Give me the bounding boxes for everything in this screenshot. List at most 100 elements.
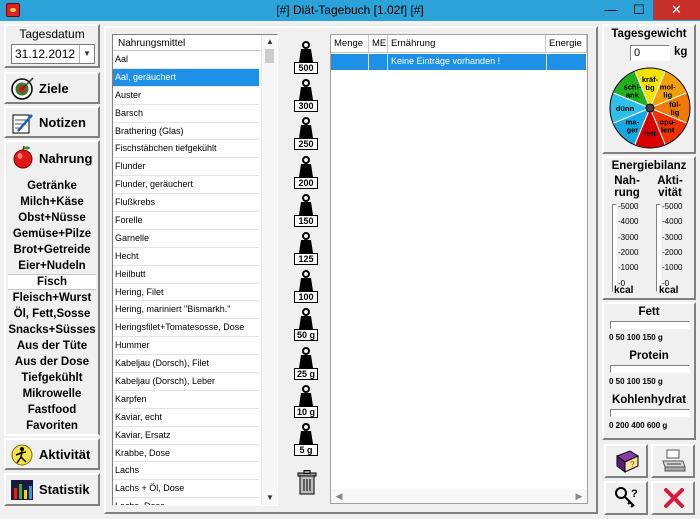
svg-text:?: ? — [631, 488, 638, 500]
category-item[interactable]: Fleisch+Wurst — [8, 290, 96, 306]
weight-icon — [299, 155, 313, 177]
category-item[interactable]: Gemüse+Pilze — [8, 226, 96, 242]
weight-button[interactable]: 10 g — [294, 384, 318, 418]
nav-ziele-button[interactable]: Ziele — [4, 72, 100, 104]
category-item[interactable]: Favoriten — [8, 418, 96, 434]
nav-notizen-button[interactable]: Notizen — [4, 106, 100, 138]
food-item[interactable]: Lachs + Öl, Dose — [113, 480, 259, 499]
food-item[interactable]: Kaviar, Ersatz — [113, 427, 259, 445]
book-button[interactable]: ? — [604, 444, 648, 478]
food-item[interactable]: Auster — [113, 87, 259, 105]
column-me[interactable]: ME — [369, 35, 388, 52]
category-item[interactable]: Öl, Fett,Sosse — [8, 306, 96, 322]
nav-statistik-button[interactable]: Statistik — [4, 473, 100, 506]
food-list-scrollbar[interactable]: ▲ ▼ — [261, 35, 277, 505]
food-item[interactable]: Heilbutt — [113, 266, 259, 284]
weight-button[interactable]: 500 — [294, 40, 318, 74]
target-icon — [11, 77, 34, 100]
food-item[interactable]: Kabeljau (Dorsch), Leber — [113, 373, 259, 391]
category-item[interactable]: Eier+Nudeln — [8, 258, 96, 274]
category-item[interactable]: Fastfood — [8, 402, 96, 418]
category-item[interactable]: Getränke — [8, 178, 96, 194]
weight-button[interactable]: 200 — [294, 155, 318, 189]
weight-button[interactable]: 5 g — [294, 422, 318, 456]
chevron-down-icon[interactable]: ▼ — [79, 45, 94, 63]
nav-statistik-label: Statistik — [39, 482, 90, 497]
weight-icon — [299, 193, 313, 215]
wheel-segment-label: lig — [671, 108, 680, 117]
food-item[interactable]: Garnelle — [113, 230, 259, 248]
weight-button[interactable]: 50 g — [294, 307, 318, 342]
category-item[interactable]: Brot+Getreide — [8, 242, 96, 258]
weight-button[interactable]: 300 — [294, 78, 318, 113]
category-item[interactable]: Snacks+Süsses — [8, 322, 96, 338]
category-item[interactable]: Milch+Käse — [8, 194, 96, 210]
body-type-wheel[interactable]: kräf-tig mol-ligfül-ligopu-lentfettma-ger… — [608, 66, 692, 150]
print-button[interactable] — [651, 444, 695, 478]
minimize-button[interactable]: — — [597, 0, 625, 20]
fett-bar — [610, 321, 690, 329]
food-item[interactable]: Hecht — [113, 248, 259, 266]
weight-button[interactable]: 250 — [294, 116, 318, 151]
food-item[interactable]: Flunder — [113, 158, 259, 177]
protein-label: Protein — [629, 350, 669, 362]
food-item[interactable]: Fischstäbchen tiefgekühlt — [113, 140, 259, 159]
bar-chart-icon — [11, 480, 33, 500]
gauge-tick: -3000 — [662, 232, 683, 242]
weight-label: 500 — [294, 62, 318, 74]
column-menge[interactable]: Menge — [331, 35, 369, 52]
food-item[interactable]: Forelle — [113, 212, 259, 230]
column-energie[interactable]: Energie — [546, 35, 587, 52]
help-button[interactable]: ? — [604, 481, 648, 515]
protein-bar — [610, 365, 690, 373]
energiebilanz-label: Energiebilanz — [611, 160, 687, 172]
weight-button[interactable]: 125 — [294, 231, 318, 265]
column-ernaehrung[interactable]: Ernährung — [388, 35, 546, 52]
category-item[interactable]: Mikrowelle — [8, 386, 96, 402]
date-select[interactable]: 31.12.2012 ▼ — [11, 44, 95, 64]
scroll-thumb[interactable] — [265, 49, 274, 63]
category-item[interactable]: Fisch — [8, 274, 96, 290]
food-item[interactable]: Brathering (Glas) — [113, 123, 259, 141]
food-item[interactable]: Kabeljau (Dorsch), Filet — [113, 355, 259, 374]
category-item[interactable]: Aus der Dose — [8, 354, 96, 370]
food-item[interactable]: Hummer — [113, 337, 259, 356]
food-item[interactable]: Heringsfilet+Tomatesosse, Dose — [113, 319, 259, 338]
aktivitaet-gauge — [656, 204, 661, 292]
food-item[interactable]: Lachs — [113, 462, 259, 481]
food-item[interactable]: Flußkrebs — [113, 194, 259, 213]
category-item[interactable]: Tiefgekühlt — [8, 370, 96, 386]
food-item[interactable]: Aal, geräuchert — [113, 68, 259, 87]
scroll-down-icon[interactable]: ▼ — [262, 491, 277, 505]
weight-button[interactable]: 150 — [294, 193, 318, 227]
food-item[interactable]: Flunder, geräuchert — [113, 176, 259, 195]
category-item[interactable]: Obst+Nüsse — [8, 210, 96, 226]
scroll-up-icon[interactable]: ▲ — [262, 35, 277, 49]
weight-button[interactable]: 25 g — [294, 346, 318, 380]
food-item[interactable]: Krabbe, Dose — [113, 445, 259, 463]
food-list[interactable]: Nahrungsmittel Aal Aal, geräuchert Auster B… — [112, 34, 278, 506]
trash-icon[interactable] — [296, 470, 318, 496]
food-item[interactable]: Barsch — [113, 105, 259, 123]
food-item[interactable]: Lachs, Dose — [113, 498, 259, 505]
food-item[interactable]: Aal — [113, 51, 259, 69]
nav-nahrung-panel: Nahrung Getränke Milch+Käse Obst+Nüsse Gemü… — [4, 140, 100, 436]
food-item[interactable]: Kaviar, echt — [113, 409, 259, 427]
entries-table[interactable]: Menge ME Ernährung Energie Keine Einträg… — [330, 34, 588, 504]
nav-aktivitaet-button[interactable]: Aktivität — [4, 438, 100, 470]
exit-button[interactable] — [651, 481, 695, 515]
food-items: Aal Aal, geräuchert Auster Barsch Brathering… — [113, 51, 277, 505]
food-item[interactable]: Hering, Filet — [113, 284, 259, 302]
weight-input[interactable]: 0 — [630, 45, 670, 61]
close-window-button[interactable]: ✕ — [653, 0, 700, 20]
category-item[interactable]: Aus der Tüte — [8, 338, 96, 354]
scroll-left-icon[interactable]: ◀ — [331, 489, 347, 503]
food-item[interactable]: Karpfen — [113, 391, 259, 409]
table-row[interactable]: Keine Einträge vorhanden ! — [331, 54, 586, 70]
scroll-right-icon[interactable]: ▶ — [571, 489, 587, 503]
weight-button[interactable]: 100 — [294, 269, 318, 304]
food-item[interactable]: Hering, mariniert "Bismarkh." — [113, 301, 259, 320]
entries-hscrollbar[interactable]: ◀ ▶ — [331, 489, 587, 503]
book-icon: ? — [615, 450, 640, 473]
maximize-button[interactable]: ☐ — [625, 0, 653, 20]
